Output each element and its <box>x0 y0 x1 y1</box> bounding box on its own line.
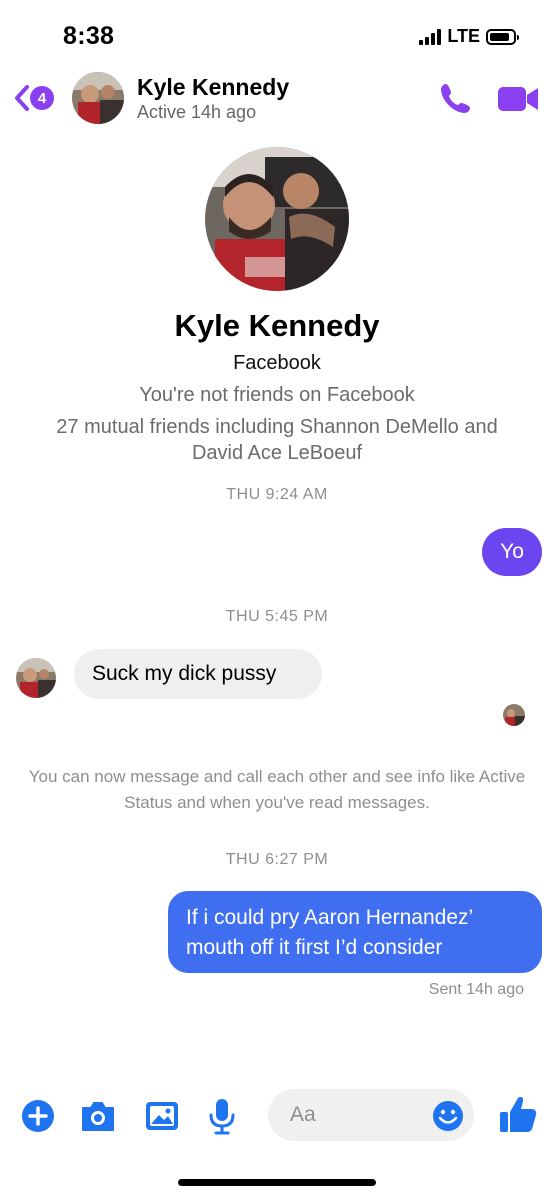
phone-icon[interactable] <box>438 80 474 116</box>
profile-source: Facebook <box>233 352 321 374</box>
status-time: 8:38 <box>63 22 115 50</box>
plus-icon[interactable] <box>18 1096 58 1136</box>
avatar[interactable] <box>72 72 124 124</box>
profile-name: Kyle Kennedy <box>174 308 380 343</box>
emoji-icon[interactable] <box>431 1099 465 1133</box>
unread-count-badge: 4 <box>30 86 54 110</box>
sender-avatar[interactable] <box>16 658 56 698</box>
battery-icon <box>486 28 519 45</box>
video-camera-icon[interactable] <box>496 84 540 114</box>
message-input[interactable]: Aa <box>268 1089 474 1141</box>
sender-avatar-photo <box>16 658 56 698</box>
incoming-message[interactable]: Suck my dick pussy <box>74 649 322 699</box>
friend-status: You're not friends on Facebook <box>139 384 415 406</box>
profile-photo-image <box>205 147 349 291</box>
microphone-icon[interactable] <box>202 1096 242 1136</box>
network-label: LTE <box>447 26 480 46</box>
camera-icon[interactable] <box>78 1096 118 1136</box>
conversation-header: 4 Kyle Kennedy Active 14h ago <box>0 66 554 134</box>
thumbs-up-icon[interactable] <box>496 1092 540 1136</box>
contact-name[interactable]: Kyle Kennedy <box>137 74 289 101</box>
profile-photo[interactable] <box>205 147 349 291</box>
active-status: Active 14h ago <box>137 102 257 122</box>
sent-status: Sent 14h ago <box>428 981 524 998</box>
read-receipt-avatar <box>503 704 525 726</box>
outgoing-message[interactable]: If i could pry Aaron Hernandez’ mouth of… <box>168 891 542 973</box>
message-timestamp: THU 6:27 PM <box>225 851 329 868</box>
message-timestamp: THU 9:24 AM <box>226 486 328 503</box>
message-timestamp: THU 5:45 PM <box>225 608 329 625</box>
mutual-friends: 27 mutual friends including Shannon DeMe… <box>56 416 498 464</box>
read-receipt-photo <box>503 704 525 726</box>
message-input-placeholder: Aa <box>290 1103 316 1126</box>
home-indicator[interactable] <box>178 1179 376 1186</box>
image-icon[interactable] <box>142 1096 182 1136</box>
back-button[interactable]: 4 <box>10 80 54 116</box>
avatar-photo <box>72 72 124 124</box>
status-bar: 8:38 LTE <box>0 0 554 66</box>
status-indicators: LTE <box>419 26 519 47</box>
signal-icon <box>419 28 442 45</box>
message-composer: Aa <box>0 1086 554 1146</box>
system-note: You can now message and call each other … <box>28 767 526 812</box>
outgoing-message[interactable]: Yo <box>482 528 542 576</box>
